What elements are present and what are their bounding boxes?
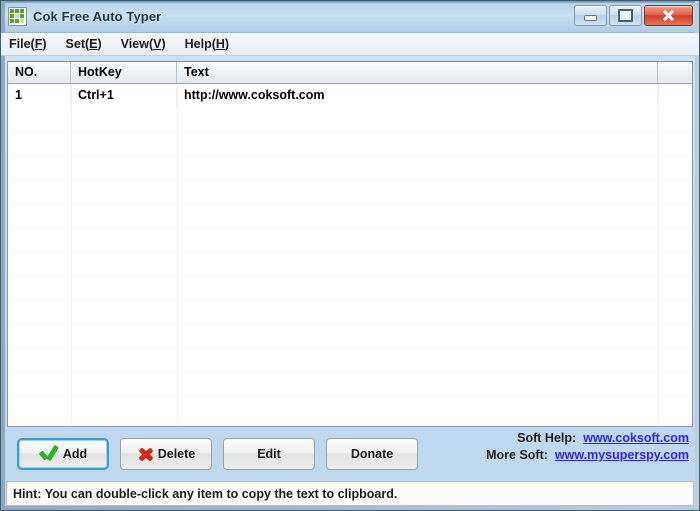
action-button-panel: Add Delete Edit Donate Soft Help: www.co… <box>1 427 699 481</box>
column-header-extra[interactable] <box>658 62 692 83</box>
cell-extra <box>658 84 692 108</box>
keyboard-grid-icon <box>8 7 27 26</box>
title-bar[interactable]: Cok Free Auto Typer <box>1 1 699 33</box>
cell-no: 1 <box>8 84 71 108</box>
column-separators <box>8 84 692 426</box>
list-header-row: NO. HotKey Text <box>8 62 692 84</box>
close-button[interactable] <box>644 5 693 26</box>
more-soft-link[interactable]: www.mysuperspy.com <box>555 448 689 462</box>
table-row[interactable]: 1 Ctrl+1 http://www.coksoft.com <box>8 84 692 108</box>
status-hint-text: Hint: You can double-click any item to c… <box>13 486 398 501</box>
window-controls <box>574 5 693 26</box>
menu-item-set-label: Set <box>65 37 85 51</box>
maximize-icon <box>618 9 633 22</box>
cell-hotkey: Ctrl+1 <box>71 84 177 108</box>
minimize-icon <box>584 15 597 21</box>
hotkey-list[interactable]: NO. HotKey Text 1 Ctrl+1 http://www.coks… <box>7 61 693 427</box>
status-bar: Hint: You can double-click any item to c… <box>6 481 694 506</box>
cell-text: http://www.coksoft.com <box>177 84 658 108</box>
menu-item-view[interactable]: View(V) <box>121 35 175 53</box>
soft-help-label: Soft Help: <box>517 431 577 445</box>
soft-help-row: Soft Help: www.coksoft.com <box>486 431 689 445</box>
soft-help-link[interactable]: www.coksoft.com <box>583 431 689 445</box>
donate-button-label: Donate <box>350 447 394 461</box>
column-header-hotkey[interactable]: HotKey <box>71 62 177 83</box>
menu-item-view-label: View <box>120 37 149 51</box>
add-button[interactable]: Add <box>17 438 109 470</box>
application-window: Cok Free Auto Typer File(F) Set(E) View(… <box>0 0 700 511</box>
edit-button[interactable]: Edit <box>223 438 315 470</box>
menu-item-file[interactable]: File(F) <box>9 35 56 53</box>
column-header-text[interactable]: Text <box>177 62 658 83</box>
menu-item-file-label: File <box>9 37 31 51</box>
menu-item-help-label: Help <box>184 37 212 51</box>
add-button-label: Add <box>62 447 88 461</box>
menu-item-help-accel: H <box>215 37 225 51</box>
menu-item-set[interactable]: Set(E) <box>66 35 111 53</box>
donate-button[interactable]: Donate <box>326 438 418 470</box>
more-soft-row: More Soft: www.mysuperspy.com <box>486 448 689 462</box>
column-header-no[interactable]: NO. <box>8 62 71 83</box>
menu-item-view-accel: V <box>153 37 162 51</box>
delete-button[interactable]: Delete <box>120 438 212 470</box>
window-title: Cok Free Auto Typer <box>33 9 162 24</box>
menu-item-file-accel: F <box>34 37 43 51</box>
menu-item-set-accel: E <box>89 37 98 51</box>
more-soft-label: More Soft: <box>486 448 548 462</box>
delete-button-label: Delete <box>157 447 196 461</box>
help-links: Soft Help: www.coksoft.com More Soft: ww… <box>486 431 689 462</box>
red-x-icon <box>137 447 154 462</box>
menu-item-help[interactable]: Help(H) <box>185 35 238 53</box>
edit-button-label: Edit <box>257 447 281 461</box>
minimize-button[interactable] <box>574 5 607 26</box>
maximize-button[interactable] <box>609 5 642 26</box>
checkmark-icon <box>39 446 59 462</box>
menu-bar: File(F) Set(E) View(V) Help(H) <box>1 33 699 56</box>
close-icon <box>662 9 675 22</box>
empty-rows-area <box>8 108 692 426</box>
